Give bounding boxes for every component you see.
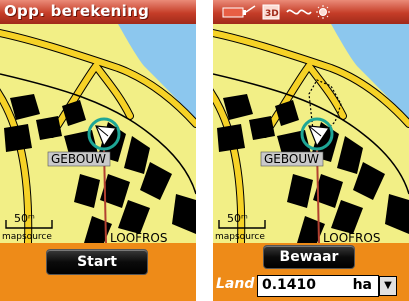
right-device-screen: 3D GEBOUW 50ᵐ mapsource LOOFROS Bewaar L…	[213, 0, 409, 301]
land-label: Land	[216, 276, 255, 292]
chevron-down-icon: ▼	[384, 280, 392, 291]
unit-dropdown-button[interactable]: ▼	[379, 276, 397, 296]
3d-icon-label: 3D	[265, 9, 279, 19]
sun-icon	[316, 5, 330, 19]
title-bar: Opp. berekening	[0, 0, 196, 24]
scale-text: 50ᵐ	[227, 212, 248, 225]
building-label: GEBOUW	[51, 152, 106, 166]
bottom-bar: Bewaar Land 0.1410 ha ▼	[213, 243, 409, 301]
area-value: 0.1410	[262, 277, 317, 293]
signal-icon	[286, 9, 312, 15]
bottom-bar: Start	[0, 243, 196, 301]
map-view[interactable]: GEBOUW 50ᵐ mapsource LOOFROS	[0, 24, 196, 243]
page-title: Opp. berekening	[4, 2, 150, 20]
map-attribution: mapsource	[215, 232, 265, 242]
map-attribution: mapsource	[2, 232, 52, 242]
3d-icon: 3D	[262, 4, 280, 20]
area-unit: ha	[352, 277, 372, 293]
save-button[interactable]: Bewaar	[263, 245, 355, 269]
map-view[interactable]: GEBOUW 50ᵐ mapsource LOOFROS	[213, 24, 409, 243]
status-bar: 3D	[213, 0, 409, 24]
street-label: LOOFROS	[323, 231, 380, 243]
building-label: GEBOUW	[264, 152, 319, 166]
scale-text: 50ᵐ	[14, 212, 35, 225]
area-value-field[interactable]: 0.1410 ha	[257, 275, 379, 297]
start-button[interactable]: Start	[46, 249, 148, 275]
battery-icon	[222, 5, 256, 18]
left-device-screen: Opp. berekening GEBOUW 50ᵐ mapsource LOO…	[0, 0, 196, 301]
street-label: LOOFROS	[110, 231, 167, 243]
